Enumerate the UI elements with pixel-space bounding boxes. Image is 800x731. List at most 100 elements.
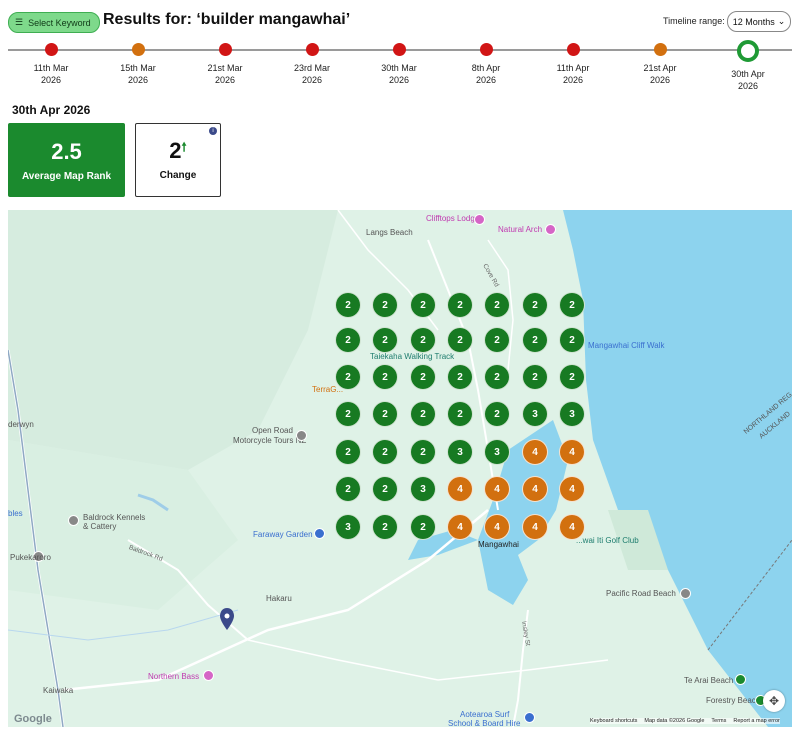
timeline-dot[interactable] [305,43,319,56]
rank-pin[interactable]: 2 [372,439,398,465]
timeline-item[interactable]: 21st Apr 2026 [630,40,690,86]
rank-pin[interactable]: 2 [335,364,361,390]
timeline-item[interactable]: 8th Apr 2026 [456,40,516,86]
rank-pin[interactable]: 2 [522,327,548,353]
rank-pin[interactable]: 2 [522,292,548,318]
place-label: Aotearoa Surf [460,710,510,719]
rank-pin[interactable]: 2 [484,327,510,353]
rank-pin[interactable]: 4 [484,476,510,502]
rank-pin[interactable]: 4 [447,476,473,502]
place-label: School & Board Hire [448,719,521,727]
rank-pin[interactable]: 2 [447,327,473,353]
average-rank-label: Average Map Rank [21,171,112,182]
rank-pin[interactable]: 2 [335,327,361,353]
rank-pin[interactable]: 2 [410,327,436,353]
timeline-dot[interactable] [566,43,580,56]
rank-pin[interactable]: 2 [335,439,361,465]
rank-pin[interactable]: 3 [335,514,361,540]
map-attribution: Keyboard shortcuts Map data ©2026 Google… [590,718,780,724]
rank-pin[interactable]: 2 [484,401,510,427]
rank-pin[interactable]: 2 [410,401,436,427]
rank-pin[interactable]: 2 [335,292,361,318]
timeline-dot[interactable] [653,43,667,56]
rank-pin[interactable]: 2 [522,364,548,390]
rank-pin[interactable]: 3 [410,476,436,502]
terms-link[interactable]: Terms [711,718,726,724]
poi-marker[interactable] [524,712,535,723]
poi-marker[interactable] [545,224,556,235]
timeline-year: 2026 [40,75,62,85]
map-camera-control-icon[interactable]: ✥ [763,690,785,712]
rank-pin[interactable]: 4 [484,514,510,540]
timeline-date: 21st Apr [643,63,677,73]
timeline-item[interactable]: 30th Apr 2026 [718,40,778,92]
timeline-dot[interactable] [131,43,145,56]
timeline-dot[interactable] [479,43,493,56]
rank-pin[interactable]: 2 [559,327,585,353]
timeline-dot[interactable] [218,43,232,56]
keyboard-shortcuts-link[interactable]: Keyboard shortcuts [590,718,637,724]
rank-pin[interactable]: 2 [335,476,361,502]
rank-pin[interactable]: 2 [447,401,473,427]
rank-pin[interactable]: 2 [559,292,585,318]
poi-marker[interactable] [203,670,214,681]
rank-pin[interactable]: 2 [447,292,473,318]
timeline-date-label: 8th Apr 2026 [456,62,516,86]
rank-pin[interactable]: 3 [447,439,473,465]
timeline-item[interactable]: 23rd Mar 2026 [282,40,342,86]
rank-pin[interactable]: 2 [410,439,436,465]
rank-pin[interactable]: 4 [559,514,585,540]
rank-pin[interactable]: 2 [372,327,398,353]
rank-pin[interactable]: 2 [372,364,398,390]
rank-pin[interactable]: 2 [484,292,510,318]
rank-pin[interactable]: 3 [559,401,585,427]
rank-pin[interactable]: 2 [447,364,473,390]
rank-pin[interactable]: 2 [372,292,398,318]
timeline-item[interactable]: 11th Apr 2026 [543,40,603,86]
rank-pin[interactable]: 2 [410,364,436,390]
rank-pin[interactable]: 2 [559,364,585,390]
average-rank-value: 2.5 [51,139,82,164]
rank-pin[interactable]: 2 [372,476,398,502]
rank-pin[interactable]: 2 [372,514,398,540]
poi-marker[interactable] [68,515,79,526]
report-error-link[interactable]: Report a map error [733,718,779,724]
select-keyword-button[interactable]: ☰ Select Keyword [8,12,100,33]
poi-marker[interactable] [735,674,746,685]
timeline-date-label: 11th Apr 2026 [543,62,603,86]
rank-pin[interactable]: 3 [484,439,510,465]
timeline-dot[interactable] [392,43,406,56]
timeline-item[interactable]: 30th Mar 2026 [369,40,429,86]
timeline-item[interactable]: 21st Mar 2026 [195,40,255,86]
rank-pin[interactable]: 2 [484,364,510,390]
timeline-range-value: 12 Months [732,16,775,27]
rank-pin[interactable]: 3 [522,401,548,427]
top-bar: ☰ Select Keyword Results for: ‘builder m… [0,0,800,42]
rank-pin[interactable]: 4 [559,439,585,465]
timeline-item[interactable]: 11th Mar 2026 [21,40,81,86]
poi-marker[interactable] [314,528,325,539]
timeline-date: 8th Apr [471,63,501,73]
rank-pin[interactable]: 2 [335,401,361,427]
timeline-dot[interactable] [737,40,759,62]
poi-marker[interactable] [474,214,485,225]
rank-pin[interactable]: 2 [372,401,398,427]
timeline-date: 15th Mar [120,63,156,73]
rank-pin[interactable]: 4 [559,476,585,502]
list-icon: ☰ [15,17,24,27]
timeline-item[interactable]: 15th Mar 2026 [108,40,168,86]
poi-marker[interactable] [296,430,307,441]
rank-pin[interactable]: 4 [447,514,473,540]
info-icon[interactable]: i [209,127,217,135]
rank-pin[interactable]: 2 [410,292,436,318]
poi-marker[interactable] [680,588,691,599]
timeline-range-select[interactable]: 12 Months ⌄ [727,11,791,32]
timeline-date: 11th Apr [556,63,590,73]
rank-pin[interactable]: 4 [522,439,548,465]
place-label: Kaiwaka [43,686,74,695]
rank-pin[interactable]: 4 [522,514,548,540]
timeline-dot[interactable] [44,43,58,56]
rank-pin[interactable]: 4 [522,476,548,502]
rank-pin[interactable]: 2 [410,514,436,540]
map[interactable]: Clifftops Lodge Langs Beach Natural Arch… [8,210,792,727]
